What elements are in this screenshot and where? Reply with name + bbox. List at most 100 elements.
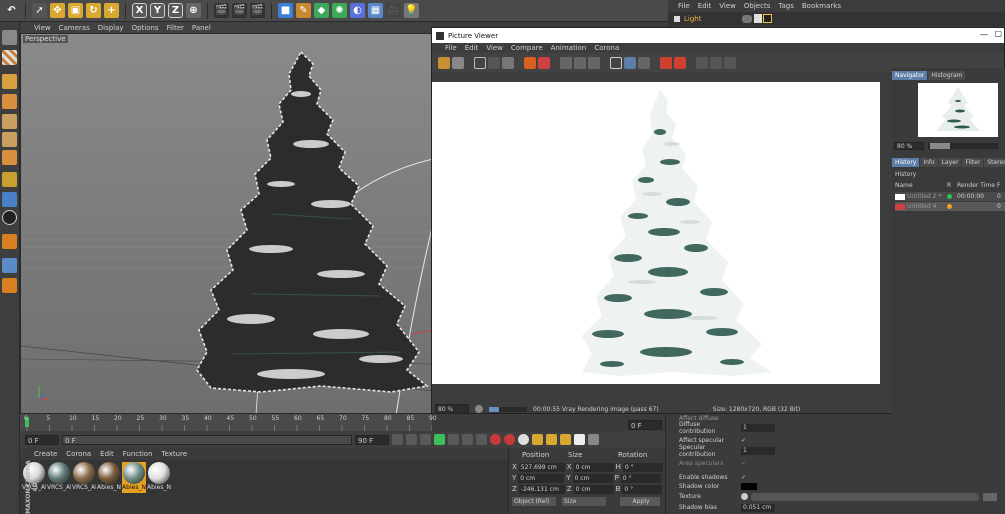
timeline-ruler[interactable]: 0 5 10 15 20 25 30 35 40 45 50 55 60 65 70 75 80 85 90 <box>20 414 437 431</box>
om-menu-file[interactable]: File <box>678 2 690 10</box>
texture-arrow-icon[interactable] <box>741 493 748 500</box>
checker-icon[interactable] <box>2 50 17 65</box>
pv-menu-compare[interactable]: Compare <box>511 44 543 52</box>
ab-toggle-icon[interactable] <box>674 56 686 69</box>
picture-viewer-titlebar[interactable]: Picture Viewer — ▢ <box>432 28 1004 43</box>
material-swatch[interactable]: VRCS_Al <box>47 462 71 493</box>
locked-workplane-icon[interactable] <box>2 258 17 273</box>
save-icon[interactable] <box>452 56 464 69</box>
om-menu-objects[interactable]: Objects <box>744 2 770 10</box>
enable-shadows-checkbox[interactable]: ✓ <box>741 474 746 481</box>
pla-key-icon[interactable] <box>588 434 599 445</box>
panels-icon[interactable] <box>724 56 736 69</box>
ab-compare-icon[interactable] <box>660 56 672 69</box>
tab-filter[interactable]: Filter <box>962 158 984 167</box>
tab-stereo[interactable]: Stereo <box>984 158 1005 167</box>
next-frame-icon[interactable] <box>448 434 459 445</box>
material-swatch[interactable]: Abies_N <box>147 462 171 493</box>
navigator-thumbnail[interactable] <box>918 83 998 137</box>
play-icon[interactable] <box>434 434 445 445</box>
visibility-dots-icon[interactable] <box>742 15 752 23</box>
shadow-color-swatch[interactable] <box>741 483 757 490</box>
undo-icon[interactable]: ↶ <box>4 3 19 18</box>
y-axis-lock-button[interactable]: Y <box>150 3 165 18</box>
scale-key-icon[interactable] <box>546 434 557 445</box>
pv-menu-edit[interactable]: Edit <box>465 44 479 52</box>
record-icon[interactable] <box>490 434 501 445</box>
maximize-icon[interactable]: ▢ <box>994 29 1002 38</box>
navigator-zoom-field[interactable]: 80 % <box>894 141 924 150</box>
coordinate-system-icon[interactable]: ⊕ <box>186 3 201 18</box>
tab-info[interactable]: Info <box>920 158 938 167</box>
edges-mode-icon[interactable] <box>2 132 17 147</box>
rotation-key-icon[interactable] <box>560 434 571 445</box>
mat-menu-corona[interactable]: Corona <box>66 450 91 460</box>
layout-icon[interactable] <box>696 56 708 69</box>
viewport-layout-icon[interactable] <box>2 30 17 45</box>
render-picture-viewer-icon[interactable]: 🎬 <box>232 3 247 18</box>
tab-navigator[interactable]: Navigator <box>892 71 928 80</box>
x-axis-lock-button[interactable]: X <box>132 3 147 18</box>
compare-a-icon[interactable] <box>560 56 572 69</box>
end-frame-field[interactable]: 90 F <box>355 434 389 445</box>
enable-check-icon[interactable] <box>754 14 762 23</box>
perspective-viewport[interactable]: Perspective <box>20 33 432 414</box>
pv-menu-view[interactable]: View <box>486 44 503 52</box>
render-region-icon[interactable] <box>474 56 486 69</box>
vp-menu-panel[interactable]: Panel <box>192 24 211 32</box>
texture-mode-icon[interactable] <box>2 94 17 109</box>
workplane-icon[interactable] <box>2 234 17 249</box>
rotation-p-field[interactable]: 0 ° <box>620 473 661 483</box>
axis-mode-icon[interactable] <box>2 172 17 187</box>
vp-menu-cameras[interactable]: Cameras <box>59 24 90 32</box>
tab-histogram[interactable]: Histogram <box>928 71 966 80</box>
vp-menu-view[interactable]: View <box>34 24 51 32</box>
goto-end-icon[interactable] <box>476 434 487 445</box>
pen-tool-icon[interactable]: ✎ <box>296 3 311 18</box>
move-tool-icon[interactable]: ✥ <box>50 3 65 18</box>
coord-mode-dropdown[interactable]: Object (Rel) <box>512 496 556 506</box>
render-settings-icon[interactable]: 🎬 <box>250 3 265 18</box>
position-z-field[interactable]: -246.131 cm <box>518 484 565 494</box>
material-swatch-selected[interactable]: Abies_N <box>122 462 146 493</box>
param-key-icon[interactable] <box>574 434 585 445</box>
affect-specular-checkbox[interactable]: ✓ <box>741 437 746 444</box>
render-canvas[interactable] <box>432 82 880 384</box>
prev-frame-icon[interactable] <box>420 434 431 445</box>
scale-tool-icon[interactable]: ▣ <box>68 3 83 18</box>
render-view-icon[interactable] <box>488 56 500 69</box>
next-key-icon[interactable] <box>462 434 473 445</box>
subdivision-icon[interactable]: ◆ <box>314 3 329 18</box>
prev-key-icon[interactable] <box>406 434 417 445</box>
minimize-icon[interactable]: — <box>980 30 988 39</box>
apply-button[interactable]: Apply <box>620 496 660 506</box>
display-mode-icon[interactable] <box>610 56 622 69</box>
specular-contribution-field[interactable]: 1 <box>741 446 775 455</box>
position-x-field[interactable]: 527.699 cm <box>518 462 565 472</box>
tweak-icon[interactable] <box>2 192 17 207</box>
size-y-field[interactable]: 0 cm <box>572 473 613 483</box>
render-view-icon[interactable]: 🎬 <box>214 3 229 18</box>
rotation-b-field[interactable]: 0 ° <box>622 484 663 494</box>
texture-slot-field[interactable] <box>751 492 979 501</box>
select-tool-icon[interactable]: ➚ <box>32 3 47 18</box>
size-mode-dropdown[interactable]: Size <box>562 496 606 506</box>
points-mode-icon[interactable] <box>2 114 17 129</box>
zoom-slider-handle[interactable] <box>930 142 950 149</box>
texture-menu-button[interactable] <box>983 492 997 501</box>
light-icon[interactable]: 💡 <box>404 3 419 18</box>
vp-menu-options[interactable]: Options <box>132 24 159 32</box>
diffuse-contribution-field[interactable]: 1 <box>741 423 775 432</box>
vp-menu-filter[interactable]: Filter <box>167 24 184 32</box>
pv-menu-corona[interactable]: Corona <box>594 44 619 52</box>
mat-menu-edit[interactable]: Edit <box>100 450 114 460</box>
position-key-icon[interactable] <box>532 434 543 445</box>
compare-swap-icon[interactable] <box>588 56 600 69</box>
size-x-field[interactable]: 0 cm <box>573 462 614 472</box>
history-row[interactable]: Untitled 4 0 <box>895 202 1005 211</box>
snap-icon[interactable] <box>2 210 17 225</box>
start-frame-field[interactable]: 0 F <box>25 434 59 445</box>
right-frame-field[interactable]: 0 F <box>628 420 662 430</box>
pv-menu-animation[interactable]: Animation <box>551 44 587 52</box>
vp-menu-display[interactable]: Display <box>98 24 124 32</box>
